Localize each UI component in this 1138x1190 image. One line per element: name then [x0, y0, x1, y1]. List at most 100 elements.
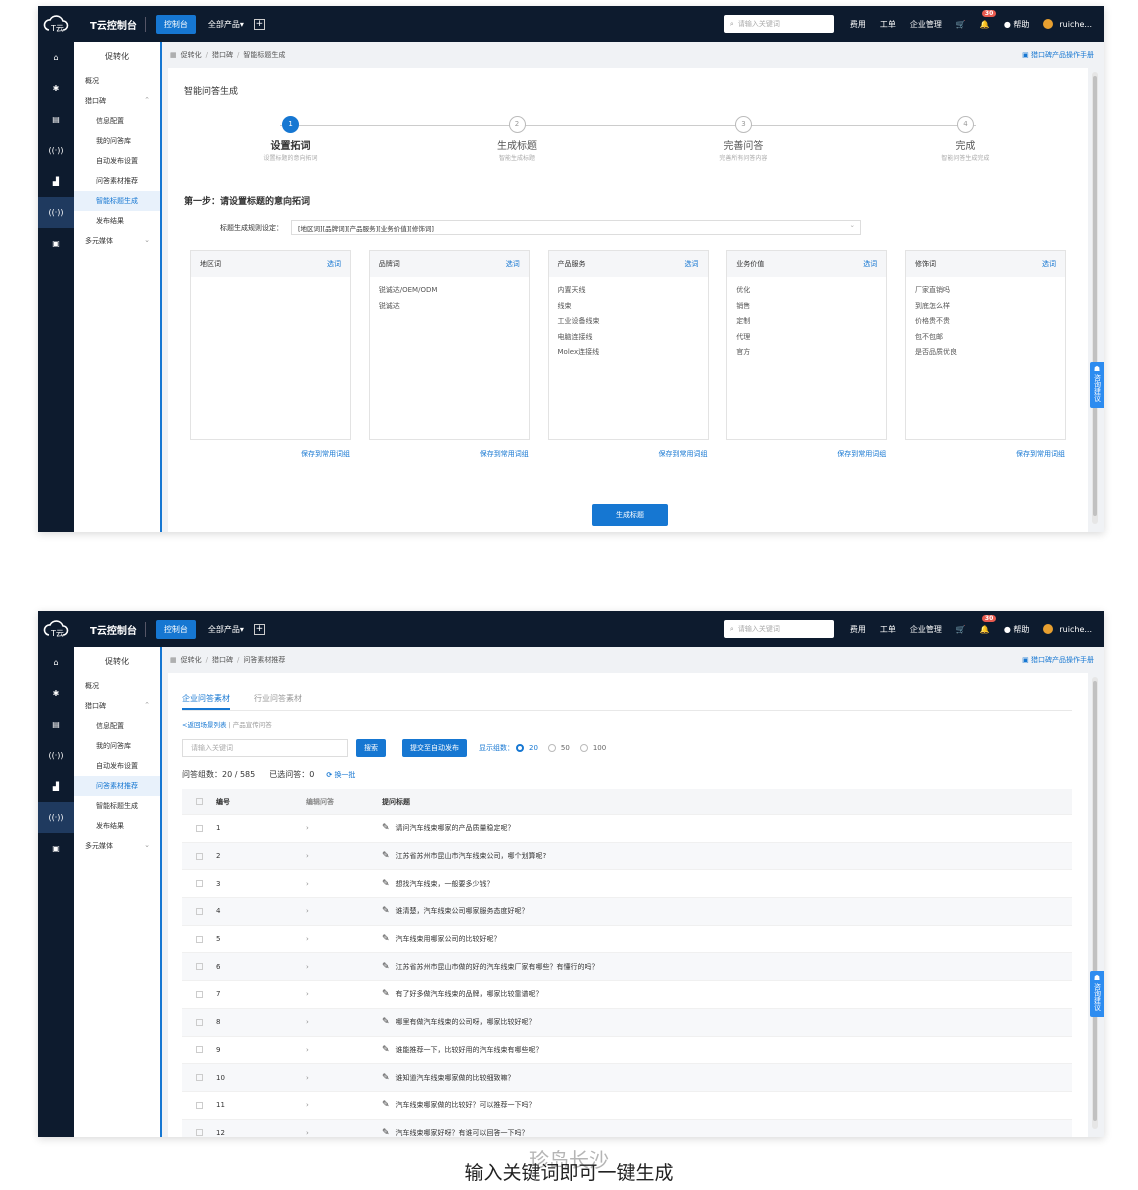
add-icon[interactable]: + — [253, 623, 265, 635]
table-row[interactable]: 10 › ✎ 谁知道汽车线束哪家做的比较细致嘛？ — [182, 1064, 1072, 1092]
tab-industry-material[interactable]: 行业问答素材 — [254, 691, 302, 710]
edit-icon[interactable]: ✎ — [382, 1100, 390, 1110]
edit-icon[interactable]: ✎ — [382, 1017, 390, 1027]
row-checkbox[interactable] — [182, 1018, 216, 1026]
fee-link[interactable]: 费用 — [850, 19, 866, 30]
search-input[interactable]: ⌕ 请输入关键词 — [723, 620, 834, 638]
broadcast-icon[interactable]: ((·)) — [38, 802, 74, 833]
edit-icon[interactable]: ✎ — [382, 906, 390, 916]
chevron-right-icon[interactable]: › — [306, 1046, 382, 1054]
manual-link[interactable]: ▣ 猎口碑产品操作手册 — [1022, 50, 1094, 60]
edit-icon[interactable]: ✎ — [382, 934, 390, 944]
ticket-link[interactable]: 工单 — [880, 624, 896, 635]
row-checkbox[interactable] — [182, 852, 216, 860]
table-row[interactable]: 4 › ✎ 谁清楚，汽车线束公司哪家服务态度好呢？ — [182, 898, 1072, 926]
table-row[interactable]: 8 › ✎ 哪里有做汽车线束的公司呀，哪家比较好呢？ — [182, 1008, 1072, 1037]
sidebar-item-publish-result[interactable]: 发布结果 — [74, 816, 160, 836]
add-icon[interactable]: + — [253, 18, 265, 30]
bell-icon[interactable]: 🔔 30 — [980, 9, 997, 29]
row-checkbox[interactable] — [182, 1074, 216, 1082]
sidebar-item-smart-title[interactable]: 智能标题生成 — [74, 796, 160, 816]
sidebar-item-overview[interactable]: 概况 — [74, 676, 160, 696]
save-phrase-link[interactable]: 保存到常用词组 — [837, 449, 886, 459]
bell-icon[interactable]: 🔔 30 — [980, 614, 997, 634]
chevron-right-icon[interactable]: › — [306, 990, 382, 998]
row-checkbox[interactable] — [182, 990, 216, 998]
gear-icon[interactable]: ✱ — [38, 678, 74, 709]
chevron-right-icon[interactable]: › — [306, 963, 382, 971]
breadcrumb-item[interactable]: 促转化 — [181, 655, 202, 665]
row-checkbox[interactable] — [182, 907, 216, 915]
row-checkbox[interactable] — [182, 1046, 216, 1054]
table-row[interactable]: 2 › ✎ 江苏省苏州市昆山市汽车线束公司，哪个划算呢? — [182, 842, 1072, 871]
keyword-input[interactable]: 请输入关键词 — [182, 739, 348, 757]
page-size-radio-100[interactable]: 100 — [579, 744, 606, 752]
sidebar-item-qa-material[interactable]: 问答素材推荐 — [74, 171, 160, 191]
chart-icon[interactable]: ▟ — [38, 166, 74, 197]
table-row[interactable]: 7 › ✎ 有了好多做汽车线束的品牌，哪家比较靠谱呢？ — [182, 981, 1072, 1009]
user-menu[interactable]: ruiche... — [1043, 19, 1092, 29]
select-words-link[interactable]: 选词 — [685, 259, 699, 269]
search-button[interactable]: 搜索 — [356, 739, 386, 757]
chevron-right-icon[interactable]: › — [306, 1101, 382, 1109]
edit-icon[interactable]: ✎ — [382, 1128, 390, 1137]
page-size-radio-50[interactable]: 50 — [547, 744, 570, 752]
sidebar-item-info-config[interactable]: 信息配置 — [74, 716, 160, 736]
edit-icon[interactable]: ✎ — [382, 989, 390, 999]
home-icon[interactable]: ⌂ — [38, 42, 74, 73]
save-phrase-link[interactable]: 保存到常用词组 — [301, 449, 350, 459]
row-checkbox[interactable] — [182, 1101, 216, 1109]
generate-title-button[interactable]: 生成标题 — [592, 504, 668, 526]
broadcast-icon[interactable]: ((·)) — [38, 197, 74, 228]
table-row[interactable]: 1 › ✎ 请问汽车线束哪家的产品质量稳定呢？ — [182, 815, 1072, 843]
help-link[interactable]: ● 帮助 — [1004, 19, 1030, 30]
refresh-link[interactable]: ⟳ 换一批 — [326, 770, 355, 780]
sidebar-item-smart-title[interactable]: 智能标题生成 — [74, 191, 160, 211]
scrollbar[interactable] — [1092, 677, 1098, 1129]
all-products-menu[interactable]: 全部产品▾ — [208, 624, 244, 635]
save-phrase-link[interactable]: 保存到常用词组 — [1016, 449, 1065, 459]
back-link[interactable]: <返回场景列表 — [182, 721, 226, 729]
row-checkbox[interactable] — [182, 1129, 216, 1137]
user-menu[interactable]: ruiche... — [1043, 624, 1092, 634]
sidebar-group-multimedia[interactable]: 多元媒体 ⌄ — [74, 836, 160, 856]
database-icon[interactable]: ▤ — [38, 709, 74, 740]
sidebar-item-my-qa[interactable]: 我的问答库 — [74, 736, 160, 756]
chevron-right-icon[interactable]: › — [306, 935, 382, 943]
sidebar-item-auto-publish[interactable]: 自动发布设置 — [74, 756, 160, 776]
breadcrumb-item[interactable]: 猎口碑 — [212, 655, 233, 665]
edit-icon[interactable]: ✎ — [382, 851, 390, 861]
signal-icon[interactable]: ((·)) — [38, 740, 74, 771]
sidebar-item-info-config[interactable]: 信息配置 — [74, 111, 160, 131]
feedback-tab[interactable]: ☗ 咨询建议 — [1090, 971, 1104, 1017]
sidebar-group-multimedia[interactable]: 多元媒体 ⌄ — [74, 231, 160, 251]
sidebar-item-auto-publish[interactable]: 自动发布设置 — [74, 151, 160, 171]
document-icon[interactable]: ▣ — [38, 833, 74, 864]
scrollbar[interactable] — [1092, 72, 1098, 524]
rule-select[interactable]: [地区词][品牌词][产品服务][业务价值][修饰词] — [291, 220, 861, 235]
chevron-right-icon[interactable]: › — [306, 907, 382, 915]
console-button[interactable]: 控制台 — [155, 14, 196, 34]
table-row[interactable]: 6 › ✎ 江苏省苏州市昆山市做的好的汽车线束厂家有哪些？有懂行的吗？ — [182, 953, 1072, 982]
cloud-logo-icon[interactable]: T云 — [38, 6, 74, 42]
feedback-tab[interactable]: ☗ 咨询建议 — [1090, 362, 1104, 408]
edit-icon[interactable]: ✎ — [382, 823, 390, 833]
help-link[interactable]: ● 帮助 — [1004, 624, 1030, 635]
home-icon[interactable]: ⌂ — [38, 647, 74, 678]
sidebar-group-liekoubei[interactable]: 猎口碑 ⌃ — [74, 696, 160, 716]
cart-icon[interactable]: 🛒 — [956, 20, 966, 29]
gear-icon[interactable]: ✱ — [38, 73, 74, 104]
table-row[interactable]: 5 › ✎ 汽车线束用哪家公司的比较好呢？ — [182, 926, 1072, 954]
select-words-link[interactable]: 选词 — [327, 259, 341, 269]
enterprise-link[interactable]: 企业管理 — [910, 19, 942, 30]
edit-icon[interactable]: ✎ — [382, 1073, 390, 1083]
document-icon[interactable]: ▣ — [38, 228, 74, 259]
row-checkbox[interactable] — [182, 963, 216, 971]
chevron-right-icon[interactable]: › — [306, 824, 382, 832]
edit-icon[interactable]: ✎ — [382, 962, 390, 972]
row-checkbox[interactable] — [182, 824, 216, 832]
sidebar-item-overview[interactable]: 概况 — [74, 71, 160, 91]
chevron-right-icon[interactable]: › — [306, 852, 382, 860]
chevron-right-icon[interactable]: › — [306, 1018, 382, 1026]
chevron-right-icon[interactable]: › — [306, 880, 382, 888]
